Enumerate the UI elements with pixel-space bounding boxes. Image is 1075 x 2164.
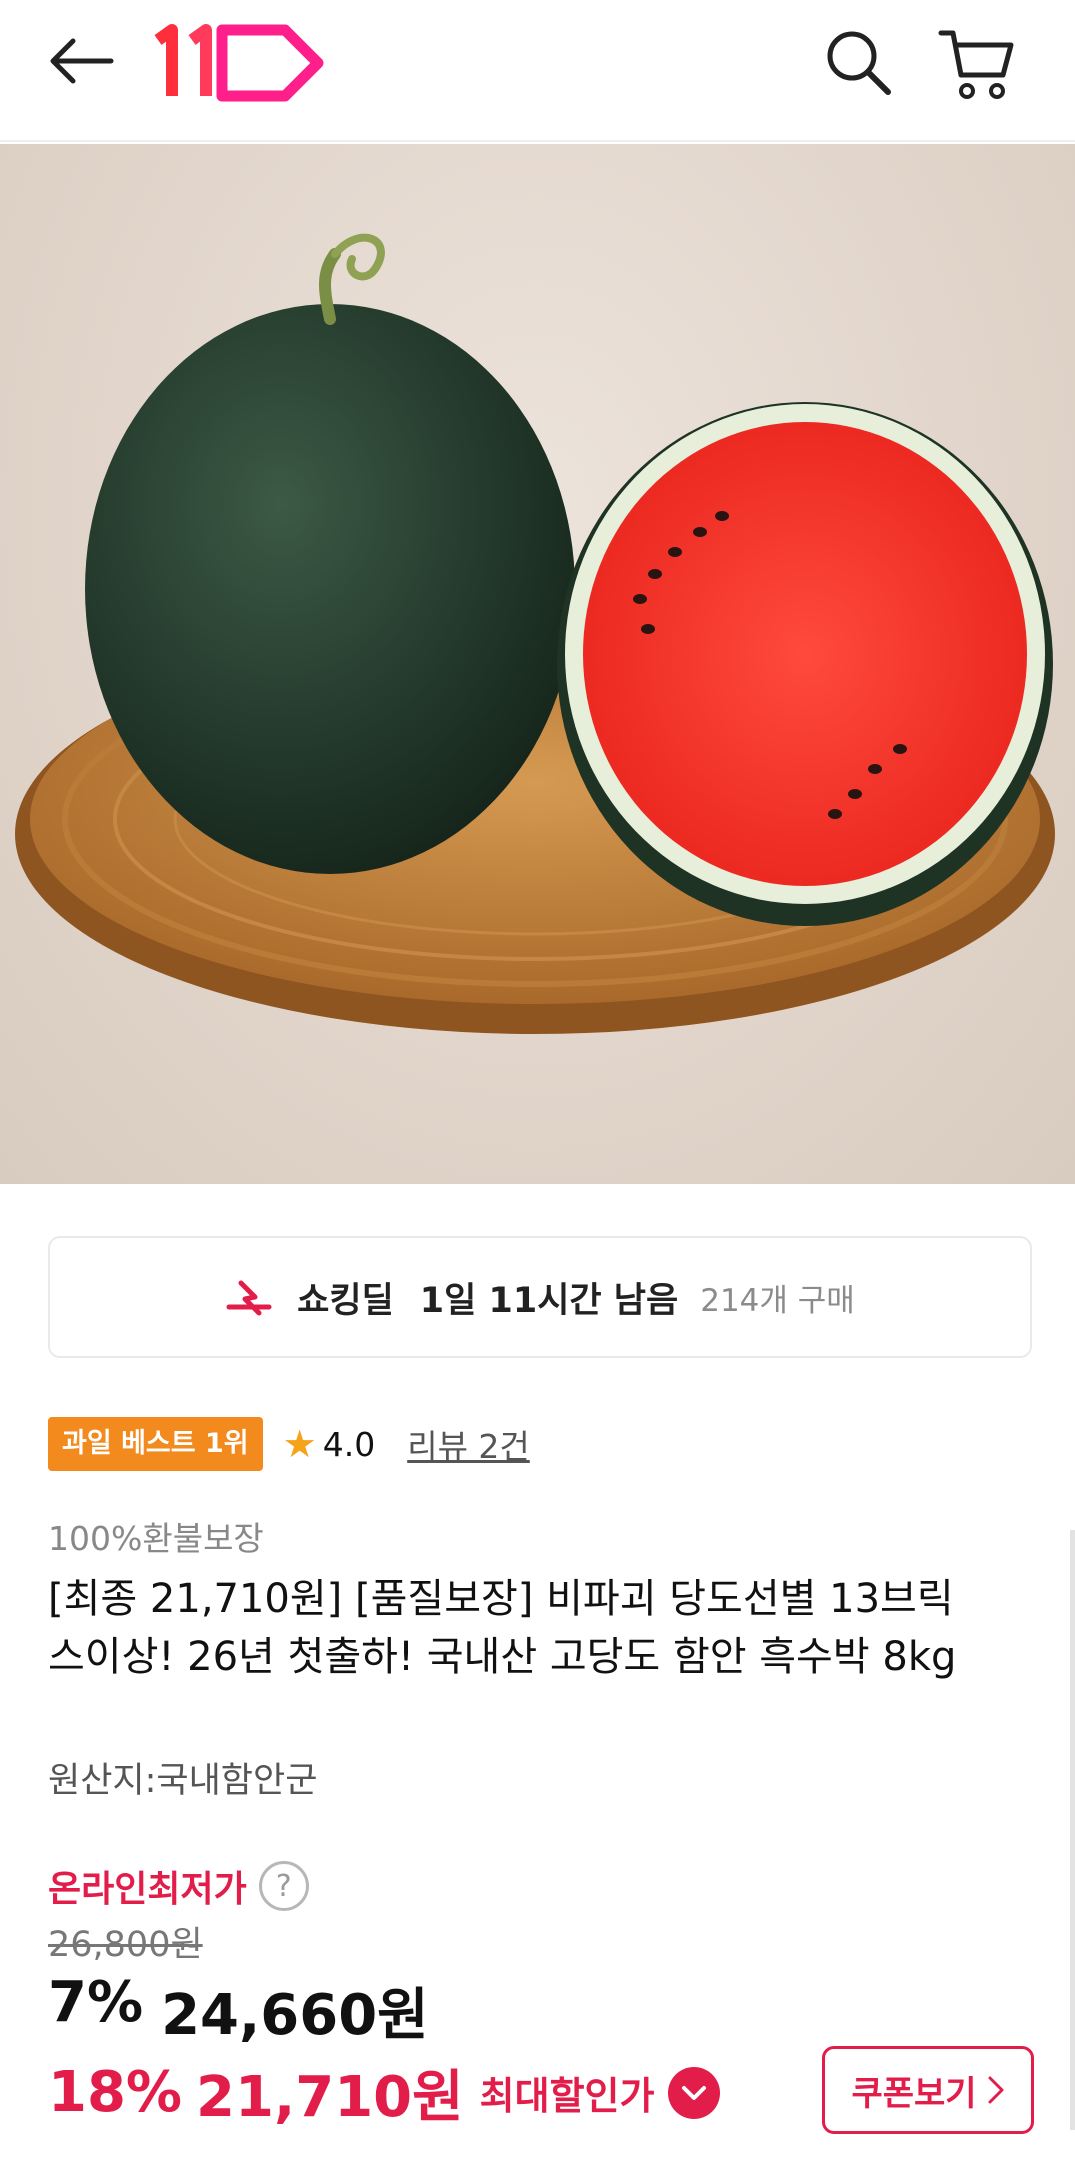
- max-discount-percent: 18%: [48, 2060, 183, 2125]
- deal-label: 쇼킹딜: [297, 1280, 394, 1321]
- deal-time-left: 1일 11시간 남음: [419, 1280, 679, 1321]
- product-title: [최종 21,710원] [품질보장] 비파괴 당도선별 13브릭스이상! 26…: [48, 1576, 957, 1680]
- coupon-view-button[interactable]: 쿠폰보기: [822, 2046, 1034, 2134]
- origin-info: 원산지:국내함안군: [48, 1761, 318, 1801]
- original-price: 26,800원: [48, 1925, 203, 1965]
- best-rank-badge: 과일 베스트 1위: [48, 1417, 263, 1471]
- 11st-logo[interactable]: [150, 18, 330, 102]
- cart-button[interactable]: [934, 20, 1020, 106]
- deal-purchase-count: 214개 구매: [700, 1282, 855, 1319]
- discount-percent: 7%: [48, 1970, 144, 2035]
- search-button[interactable]: [818, 22, 898, 102]
- product-image-carousel[interactable]: [0, 144, 1075, 1184]
- search-icon: [827, 31, 891, 95]
- lowest-price-row: 온라인최저가 ?: [48, 1860, 309, 1912]
- help-icon[interactable]: ?: [258, 1861, 309, 1911]
- cart-icon: [938, 30, 1014, 99]
- top-app-bar: [0, 0, 1075, 142]
- shocking-deal-icon: [226, 1280, 272, 1316]
- shocking-deal-banner[interactable]: 쇼킹딜 1일 11시간 남음 214개 구매: [48, 1236, 1032, 1358]
- back-button[interactable]: [40, 28, 120, 94]
- max-discount-label: 최대할인가: [479, 2074, 655, 2118]
- chevron-right-icon: [988, 2076, 1004, 2104]
- scrollbar[interactable]: [1070, 1530, 1075, 2130]
- sale-price-row: 7% 24,660원: [48, 1970, 429, 2051]
- max-discount-row: 18% 21,710원 최대할인가: [48, 2052, 721, 2133]
- review-link[interactable]: 리뷰 2건: [407, 1420, 530, 1468]
- star-icon: ★: [282, 1422, 317, 1466]
- chevron-down-icon: [682, 2085, 707, 2100]
- refund-guarantee: 100%환불보장: [48, 1519, 264, 1558]
- sale-price: 24,660원: [161, 1983, 429, 2048]
- badge-row: 과일 베스트 1위 ★ 4.0 리뷰 2건: [48, 1416, 530, 1472]
- product-image: [15, 233, 1055, 1034]
- lowest-price-label: 온라인최저가: [48, 1869, 247, 1910]
- max-discount-price: 21,710원: [196, 2065, 464, 2130]
- rating-value: 4.0: [322, 1424, 376, 1464]
- rating: ★ 4.0: [283, 1425, 376, 1464]
- back-arrow-icon: [50, 38, 114, 84]
- expand-discount-button[interactable]: [668, 2066, 721, 2119]
- coupon-view-label: 쿠폰보기: [851, 2073, 977, 2114]
